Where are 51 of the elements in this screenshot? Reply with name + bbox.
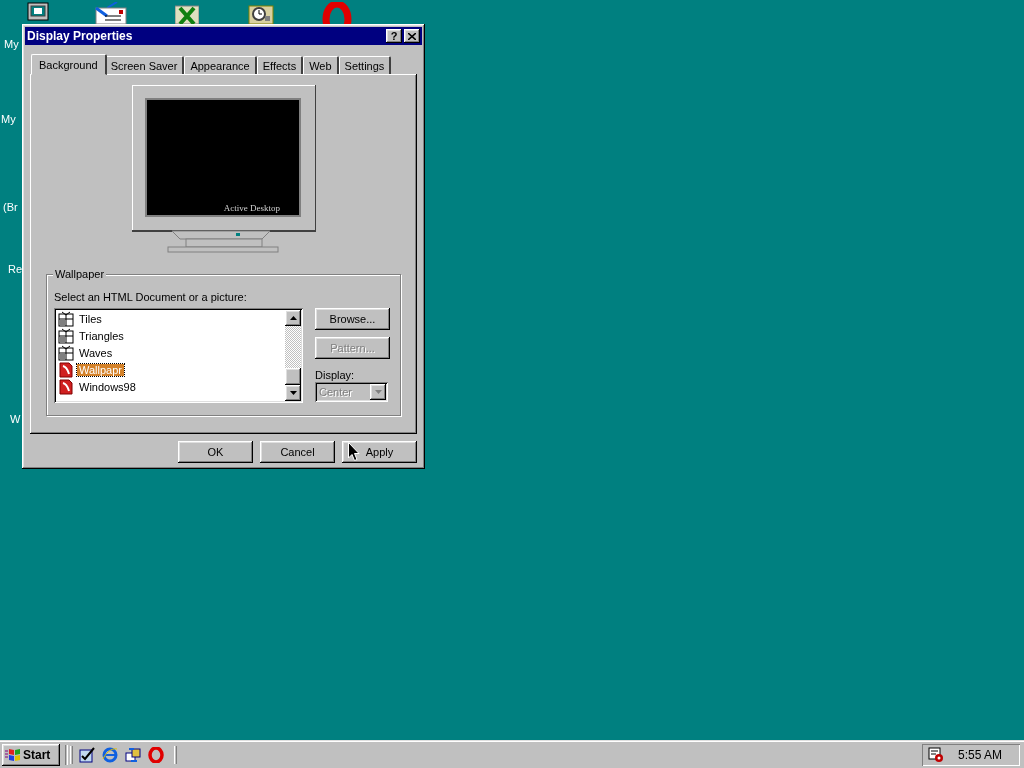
cancel-button[interactable]: Cancel <box>260 441 335 463</box>
close-button[interactable] <box>404 29 420 43</box>
channels-icon[interactable] <box>125 747 141 763</box>
ok-button[interactable]: OK <box>178 441 253 463</box>
computer-icon[interactable] <box>27 2 49 22</box>
down-arrow-icon <box>289 391 297 395</box>
up-arrow-icon <box>289 316 297 320</box>
windows-logo-icon <box>5 748 21 762</box>
tab[interactable]: Appearance <box>184 56 257 74</box>
browser-icon[interactable] <box>102 747 118 763</box>
list-item[interactable]: Triangles <box>77 329 126 342</box>
scroll-thumb[interactable] <box>285 368 301 385</box>
tab[interactable]: Screen Saver <box>104 56 185 74</box>
tab[interactable]: Background <box>31 54 107 75</box>
group-legend: Wallpaper <box>53 268 107 280</box>
desktop-icon-label[interactable]: My <box>1 113 16 125</box>
document-icon <box>58 378 74 395</box>
clock-icon[interactable] <box>248 2 274 24</box>
mouse-pointer-icon <box>348 442 360 461</box>
desktop-icon-label[interactable]: Re <box>8 263 23 275</box>
list-item[interactable]: Tiles <box>77 312 104 325</box>
dropdown-arrow-icon <box>374 390 382 394</box>
show-desktop-icon[interactable] <box>79 747 95 763</box>
browse-button[interactable]: Browse... <box>315 308 390 330</box>
tab[interactable]: Web <box>303 56 339 74</box>
tab[interactable]: Settings <box>338 56 392 74</box>
close-icon <box>408 32 416 40</box>
document-icon <box>58 361 74 378</box>
scrollbar[interactable] <box>285 310 301 401</box>
image-file-icon <box>58 310 74 327</box>
tab[interactable]: Effects <box>256 56 304 74</box>
spreadsheet-icon[interactable] <box>175 2 199 24</box>
scheduler-icon[interactable] <box>928 747 944 763</box>
help-button[interactable]: ? <box>386 29 402 43</box>
display-label: Display: <box>315 369 356 381</box>
desktop-icon-label[interactable]: (Br <box>3 201 18 213</box>
image-file-icon <box>58 327 74 344</box>
wallpaper-list[interactable]: Tiles Triangles Waves Wallpapr Windows98 <box>54 308 303 403</box>
image-file-icon <box>58 344 74 361</box>
list-item[interactable]: Windows98 <box>77 380 138 393</box>
desktop-icon-label[interactable]: W <box>10 413 21 425</box>
list-prompt: Select an HTML Document or a picture: <box>54 291 247 303</box>
desktop-icon-label[interactable]: My <box>4 38 19 50</box>
screen-caption: Active Desktop <box>223 203 280 213</box>
ring-icon[interactable] <box>148 747 164 763</box>
clock: 5:55 AM <box>958 748 1003 762</box>
window-title: Display Properties <box>27 29 134 43</box>
mail-icon[interactable] <box>95 2 127 24</box>
apply-button[interactable]: Apply <box>342 441 417 463</box>
list-item[interactable]: Waves <box>77 346 115 359</box>
start-button[interactable]: Start <box>2 744 60 766</box>
